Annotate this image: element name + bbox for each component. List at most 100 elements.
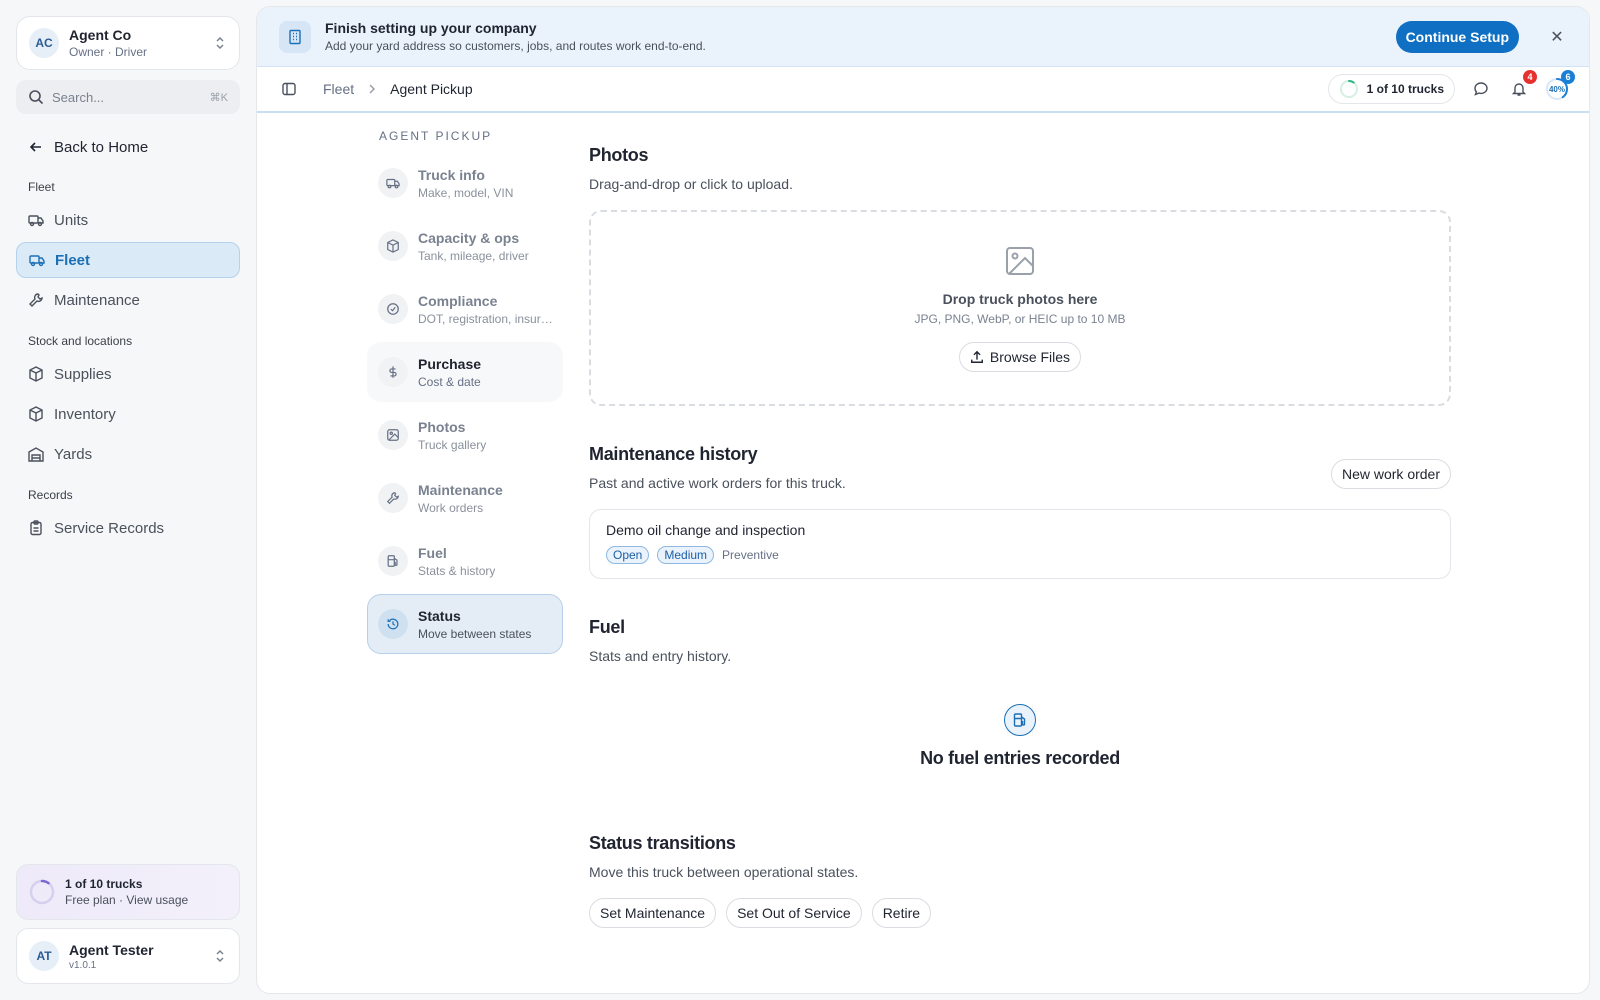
section-nav-photos[interactable]: Photos Truck gallery [367, 405, 563, 465]
section-nav-title: Photos [418, 418, 466, 435]
wrench-icon [378, 483, 408, 513]
fuel-icon [1004, 704, 1036, 736]
sidebar-item-label: Supplies [54, 365, 112, 383]
fuel-title: Fuel [589, 617, 625, 637]
user-avatar: AT [29, 941, 59, 971]
retire-button[interactable]: Retire [871, 898, 932, 928]
photo-dropzone[interactable]: Drop truck photos here JPG, PNG, WebP, o… [589, 210, 1451, 406]
user-menu[interactable]: AT Agent Tester v1.0.1 [16, 928, 240, 984]
priority-badge: Medium [657, 546, 715, 564]
sidebar-item-units[interactable]: Units [16, 202, 240, 238]
banner-title: Finish setting up your company [325, 20, 537, 36]
sidebar: AC Agent Co Owner · Driver Search... ⌘K … [0, 0, 256, 1000]
chevron-updown-icon [213, 949, 227, 963]
section-nav-capacity[interactable]: Capacity & ops Tank, mileage, driver [367, 216, 563, 276]
sidebar-item-yards[interactable]: Yards [16, 436, 240, 472]
section-nav-title: Maintenance [418, 481, 503, 498]
section-title-fleet: Fleet [28, 180, 55, 194]
sidebar-item-inventory[interactable]: Inventory [16, 396, 240, 432]
chat-icon[interactable] [1469, 77, 1493, 101]
truck-icon [28, 212, 44, 228]
maintenance-section: Maintenance history Past and active work… [589, 444, 1451, 579]
photos-section: Photos Drag-and-drop or click to upload.… [589, 115, 1451, 406]
section-nav-subtitle: Truck gallery [418, 437, 487, 452]
sidebar-item-label: Inventory [54, 405, 116, 423]
section-nav-subtitle: Move between states [418, 626, 532, 641]
section-nav-subtitle: DOT, registration, insurance [418, 311, 554, 326]
section-nav-subtitle: Tank, mileage, driver [418, 248, 529, 263]
notification-badge: 4 [1523, 70, 1537, 84]
work-order-type: Preventive [722, 548, 779, 562]
truck-usage-text: 1 of 10 trucks [1366, 82, 1444, 96]
section-nav-title: Fuel [418, 544, 447, 561]
warehouse-icon [28, 446, 44, 462]
breadcrumb: Fleet Agent Pickup [323, 81, 473, 97]
status-badge: Open [606, 546, 650, 564]
set-maintenance-button[interactable]: Set Maintenance [589, 898, 717, 928]
box-icon [378, 231, 408, 261]
work-order-title: Demo oil change and inspection [606, 522, 806, 538]
wrench-icon [28, 292, 44, 308]
sidebar-item-maintenance[interactable]: Maintenance [16, 282, 240, 318]
new-work-order-button[interactable]: New work order [1330, 459, 1451, 489]
status-description: Move this truck between operational stat… [589, 864, 859, 880]
sidebar-item-supplies[interactable]: Supplies [16, 356, 240, 392]
truck-usage-pill[interactable]: 1 of 10 trucks [1327, 74, 1455, 104]
progress-ring-icon [1339, 79, 1359, 99]
maintenance-description: Past and active work orders for this tru… [589, 475, 846, 491]
check-circle-icon [378, 294, 408, 324]
maintenance-title: Maintenance history [589, 444, 758, 464]
photos-description: Drag-and-drop or click to upload. [589, 176, 793, 192]
dropzone-hint: JPG, PNG, WebP, or HEIC up to 10 MB [914, 311, 1126, 326]
sidebar-item-service-records[interactable]: Service Records [16, 510, 240, 546]
section-nav-compliance[interactable]: Compliance DOT, registration, insurance [367, 279, 563, 339]
onboarding-progress-icon[interactable]: 40% 6 [1545, 70, 1575, 101]
section-nav-title: Compliance [418, 292, 498, 309]
browse-files-button[interactable]: Browse Files [958, 341, 1082, 372]
bell-icon[interactable]: 4 [1507, 70, 1537, 101]
breadcrumb-fleet-link[interactable]: Fleet [323, 81, 354, 97]
org-avatar: AC [29, 28, 59, 58]
org-role: Owner · Driver [69, 45, 148, 59]
image-icon [1004, 245, 1036, 277]
close-icon[interactable]: ✕ [1547, 27, 1567, 47]
work-order-card[interactable]: Demo oil change and inspection Open Medi… [589, 509, 1451, 579]
sidebar-item-label: Yards [54, 445, 93, 463]
section-nav-maintenance[interactable]: Maintenance Work orders [367, 468, 563, 528]
detail-column: Photos Drag-and-drop or click to upload.… [589, 115, 1451, 928]
search-input[interactable]: Search... ⌘K [16, 80, 240, 114]
dropzone-title: Drop truck photos here [942, 290, 1098, 307]
box-icon [28, 406, 44, 422]
section-nav-status[interactable]: Status Move between states [367, 594, 563, 654]
section-nav-subtitle: Make, model, VIN [418, 185, 514, 200]
section-nav-subtitle: Stats & history [418, 563, 496, 578]
content-area: AGENT PICKUP Truck info Make, model, VIN … [257, 115, 1589, 993]
status-title: Status transitions [589, 833, 736, 853]
section-nav-truck-info[interactable]: Truck info Make, model, VIN [367, 153, 563, 213]
usage-card[interactable]: 1 of 10 trucks Free plan · View usage [16, 864, 240, 920]
image-icon [378, 420, 408, 450]
status-section: Status transitions Move this truck betwe… [589, 833, 1451, 928]
section-nav-heading: AGENT PICKUP [379, 129, 493, 143]
clipboard-icon [28, 520, 44, 536]
sidebar-toggle-icon[interactable] [277, 77, 301, 101]
org-switcher[interactable]: AC Agent Co Owner · Driver [16, 16, 240, 70]
banner-subtitle: Add your yard address so customers, jobs… [325, 39, 706, 53]
arrow-left-icon [28, 139, 44, 155]
top-bar: Fleet Agent Pickup 1 of 10 trucks 4 40% … [257, 67, 1589, 113]
back-to-home-link[interactable]: Back to Home [16, 130, 240, 164]
search-placeholder: Search... [52, 89, 105, 105]
fuel-description: Stats and entry history. [589, 648, 732, 664]
section-nav-fuel[interactable]: Fuel Stats & history [367, 531, 563, 591]
upload-icon [970, 350, 984, 364]
continue-setup-button[interactable]: Continue Setup [1395, 20, 1519, 53]
set-out-of-service-button[interactable]: Set Out of Service [726, 898, 862, 928]
fuel-empty-text: No fuel entries recorded [920, 748, 1120, 768]
org-name: Agent Co [69, 27, 132, 43]
section-nav-purchase[interactable]: Purchase Cost & date [367, 342, 563, 402]
section-nav-title: Capacity & ops [418, 229, 520, 246]
user-name: Agent Tester [69, 941, 154, 958]
sidebar-item-fleet[interactable]: Fleet [16, 242, 240, 278]
chevron-updown-icon [213, 36, 227, 50]
usage-title: 1 of 10 trucks [65, 877, 143, 891]
